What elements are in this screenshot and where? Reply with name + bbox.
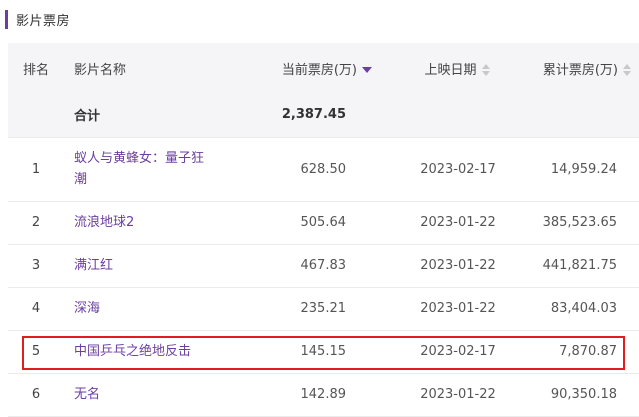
total-box-office-cell: 83,404.03	[550, 301, 617, 316]
table-row[interactable]: 4 深海 235.21 2023-01-22 83,404.03	[8, 287, 639, 330]
header-total-box-office[interactable]: 累计票房(万)	[518, 43, 639, 93]
total-box-office-cell: 7,870.87	[559, 344, 617, 359]
film-name-cell: 无名	[64, 373, 224, 416]
film-name-cell: 满江红	[64, 244, 224, 287]
current-box-office-cell: 467.83	[300, 258, 347, 273]
sort-icon[interactable]	[481, 64, 492, 76]
total-box-office-cell: 385,523.65	[542, 215, 617, 230]
film-name-cell: 中国乒乓之绝地反击	[64, 330, 224, 373]
release-date-cell: 2023-01-22	[420, 301, 496, 316]
rank-cell: 4	[31, 301, 41, 316]
release-date-cell: 2023-02-17	[420, 344, 496, 359]
current-box-office-cell: 235.21	[300, 301, 347, 316]
current-box-office-cell: 505.64	[300, 215, 347, 230]
box-office-table-container: 排名 影片名称 当前票房(万) 上映日期 累计票房(万) 合计 2,387.45	[8, 43, 639, 417]
table-header: 排名 影片名称 当前票房(万) 上映日期 累计票房(万)	[8, 43, 639, 93]
section-header: 影片票房	[5, 9, 70, 30]
header-rank: 排名	[22, 62, 49, 78]
current-box-office-cell: 142.89	[300, 387, 347, 402]
header-current-label: 当前票房(万)	[281, 62, 357, 78]
rank-cell: 1	[31, 161, 41, 177]
film-link[interactable]: 蚁人与黄蜂女：量子狂潮	[74, 148, 214, 190]
total-label: 合计	[74, 109, 101, 125]
box-office-table: 排名 影片名称 当前票房(万) 上映日期 累计票房(万) 合计 2,387.45	[8, 43, 639, 417]
header-name: 影片名称	[74, 62, 127, 78]
release-date-cell: 2023-01-22	[420, 258, 496, 273]
rank-cell: 2	[31, 215, 41, 230]
total-current-box-office: 2,387.45	[281, 107, 346, 123]
total-rank-cell	[8, 93, 64, 137]
release-date-cell: 2023-01-22	[420, 215, 496, 230]
film-link[interactable]: 无名	[74, 384, 100, 405]
table-row[interactable]: 1 蚁人与黄蜂女：量子狂潮 628.50 2023-02-17 14,959.2…	[8, 137, 639, 201]
film-name-cell: 深海	[64, 287, 224, 330]
header-date-label: 上映日期	[424, 62, 477, 78]
table-row[interactable]: 3 满江红 467.83 2023-01-22 441,821.75	[8, 244, 639, 287]
table-row[interactable]: 2 流浪地球2 505.64 2023-01-22 385,523.65	[8, 201, 639, 244]
film-link[interactable]: 流浪地球2	[74, 212, 134, 233]
total-total-cell	[518, 93, 639, 137]
table-row-highlighted[interactable]: 5 中国乒乓之绝地反击 145.15 2023-02-17 7,870.87	[8, 330, 639, 373]
header-total-label: 累计票房(万)	[542, 62, 618, 78]
film-name-cell: 蚁人与黄蜂女：量子狂潮	[64, 137, 224, 201]
table-body: 合计 2,387.45 1 蚁人与黄蜂女：量子狂潮 628.50 2023-02…	[8, 93, 639, 416]
header-release-date[interactable]: 上映日期	[398, 43, 518, 93]
rank-cell: 5	[31, 344, 41, 359]
film-link[interactable]: 中国乒乓之绝地反击	[74, 341, 191, 362]
rank-cell: 3	[31, 258, 41, 273]
total-box-office-cell: 90,350.18	[550, 387, 617, 402]
rank-cell: 6	[31, 387, 41, 402]
current-box-office-cell: 628.50	[300, 161, 347, 177]
table-row[interactable]: 6 无名 142.89 2023-01-22 90,350.18	[8, 373, 639, 416]
release-date-cell: 2023-01-22	[420, 387, 496, 402]
header-current-box-office[interactable]: 当前票房(万)	[224, 43, 398, 93]
section-accent-bar	[5, 10, 8, 29]
release-date-cell: 2023-02-17	[420, 161, 496, 177]
total-box-office-cell: 14,959.24	[550, 161, 617, 177]
film-link[interactable]: 满江红	[74, 255, 113, 276]
total-box-office-cell: 441,821.75	[542, 258, 617, 273]
film-link[interactable]: 深海	[74, 298, 100, 319]
sort-desc-active-icon[interactable]	[362, 64, 372, 76]
film-name-cell: 流浪地球2	[64, 201, 224, 244]
current-box-office-cell: 145.15	[300, 344, 347, 359]
header-row: 排名 影片名称 当前票房(万) 上映日期 累计票房(万)	[8, 43, 639, 93]
total-row: 合计 2,387.45	[8, 93, 639, 137]
sort-icon[interactable]	[623, 64, 633, 76]
total-date-cell	[398, 93, 518, 137]
section-title: 影片票房	[16, 14, 71, 29]
